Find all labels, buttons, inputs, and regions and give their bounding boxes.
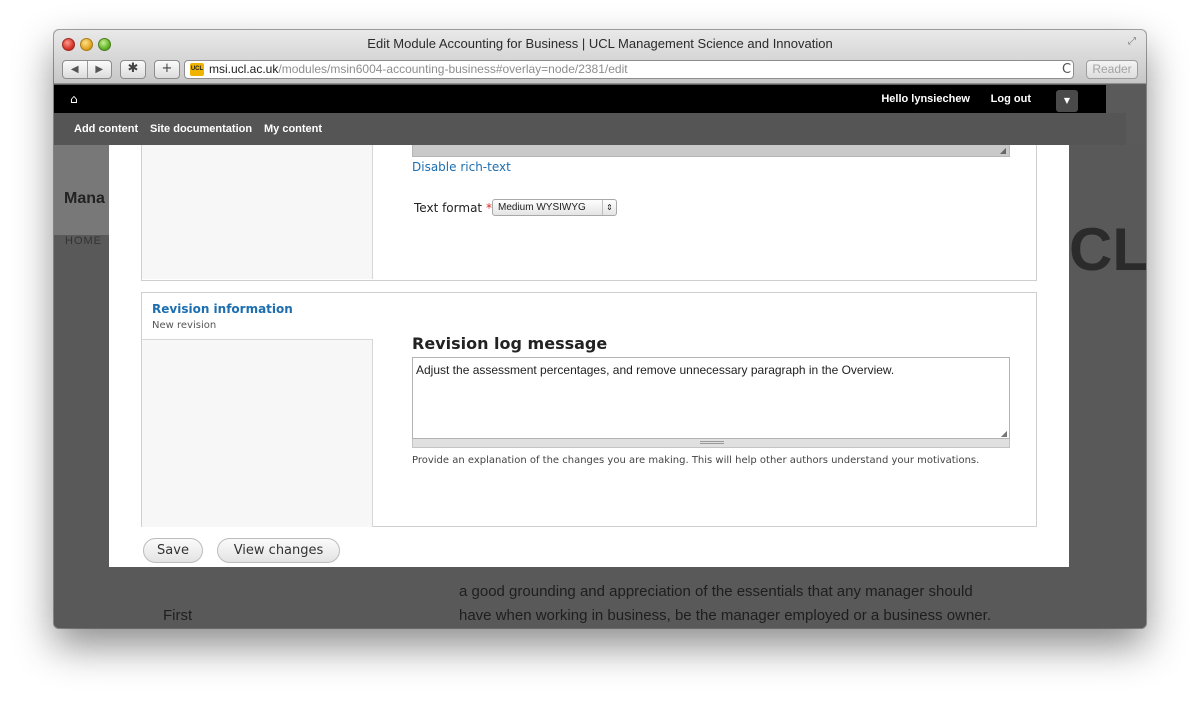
browser-window: Edit Module Accounting for Business | UC…: [54, 30, 1146, 628]
background-overview-line-1: a good grounding and appreciation of the…: [459, 583, 973, 600]
text-format-label: Text format *: [414, 201, 492, 215]
revision-log-textarea[interactable]: Adjust the assessment percentages, and r…: [412, 357, 1010, 439]
text-format-select[interactable]: Medium WYSIWYG ⇕: [492, 199, 617, 216]
shortcuts-bar: Add content Site documentation My conten…: [54, 113, 1126, 145]
view-changes-button[interactable]: View changes: [217, 538, 340, 563]
address-bar[interactable]: UCL msi.ucl.ac.uk/modules/msin6004-accoun…: [184, 60, 1074, 79]
revision-information-tab[interactable]: Revision information: [152, 302, 293, 316]
body-field-panel: ◢ Disable rich-text Text format * Medium…: [141, 145, 1037, 281]
background-level-value: First: [163, 607, 193, 624]
body-field-sidebar: [142, 145, 373, 279]
admin-toolbar: ⌂ Hello lynsiechew Log out ▼: [54, 85, 1106, 113]
favicon-icon: UCL: [190, 63, 204, 76]
url-path: /modules/msin6004-accounting-business#ov…: [278, 62, 628, 76]
edit-overlay-dialog: ◢ Disable rich-text Text format * Medium…: [109, 145, 1069, 567]
top-sites-button[interactable]: ✱: [120, 60, 146, 79]
shortcuts-toggle-button[interactable]: ▼: [1056, 90, 1078, 112]
hello-user-link[interactable]: Hello lynsiechew: [881, 93, 970, 105]
background-overview-line-2: have when working in business, be the ma…: [459, 607, 991, 624]
revision-information-summary: New revision: [152, 320, 217, 331]
background-ucl-logo: CL: [1069, 216, 1146, 283]
revision-log-label: Revision log message: [412, 334, 608, 353]
background-site-title: Mana: [64, 190, 105, 207]
background-home-link: HOME: [65, 235, 102, 247]
url-host: msi.ucl.ac.uk: [209, 62, 279, 76]
editor-resize-bar[interactable]: ◢: [412, 145, 1010, 157]
home-icon[interactable]: ⌂: [70, 92, 78, 106]
text-format-value: Medium WYSIWYG: [498, 202, 586, 213]
titlebar: Edit Module Accounting for Business | UC…: [54, 30, 1146, 84]
text-format-label-text: Text format: [414, 201, 483, 215]
grippie-icon: [700, 441, 724, 444]
page-viewport: Mana HOME CL First a good grounding and …: [54, 85, 1146, 628]
window-title: Edit Module Accounting for Business | UC…: [367, 36, 833, 51]
save-button[interactable]: Save: [143, 538, 203, 563]
add-bookmark-button[interactable]: +: [154, 60, 180, 79]
shortcut-site-documentation[interactable]: Site documentation: [150, 123, 252, 135]
logout-link[interactable]: Log out: [991, 93, 1031, 105]
textarea-grippie[interactable]: [412, 439, 1010, 448]
shortcut-add-content[interactable]: Add content: [74, 123, 138, 135]
reload-icon[interactable]: C: [1062, 61, 1076, 78]
select-arrows-icon: ⇕: [602, 200, 616, 215]
reader-button[interactable]: Reader: [1086, 60, 1138, 79]
back-button[interactable]: ◀: [63, 61, 88, 78]
revision-log-text: Adjust the assessment percentages, and r…: [416, 363, 895, 377]
shortcut-my-content[interactable]: My content: [264, 123, 322, 135]
resize-grip-icon[interactable]: ◢: [1000, 146, 1006, 155]
disable-rich-text-link[interactable]: Disable rich-text: [412, 160, 511, 174]
textarea-resize-icon[interactable]: ◢: [1001, 429, 1007, 438]
forward-button[interactable]: ▶: [88, 61, 112, 78]
revision-log-help-text: Provide an explanation of the changes yo…: [412, 455, 980, 466]
revision-information-panel: Revision information New revision Revisi…: [141, 292, 1037, 527]
vertical-tabs-sidebar: [142, 339, 373, 527]
fullscreen-icon[interactable]: ⤢: [1128, 36, 1140, 48]
back-forward-buttons: ◀ ▶: [62, 60, 112, 79]
